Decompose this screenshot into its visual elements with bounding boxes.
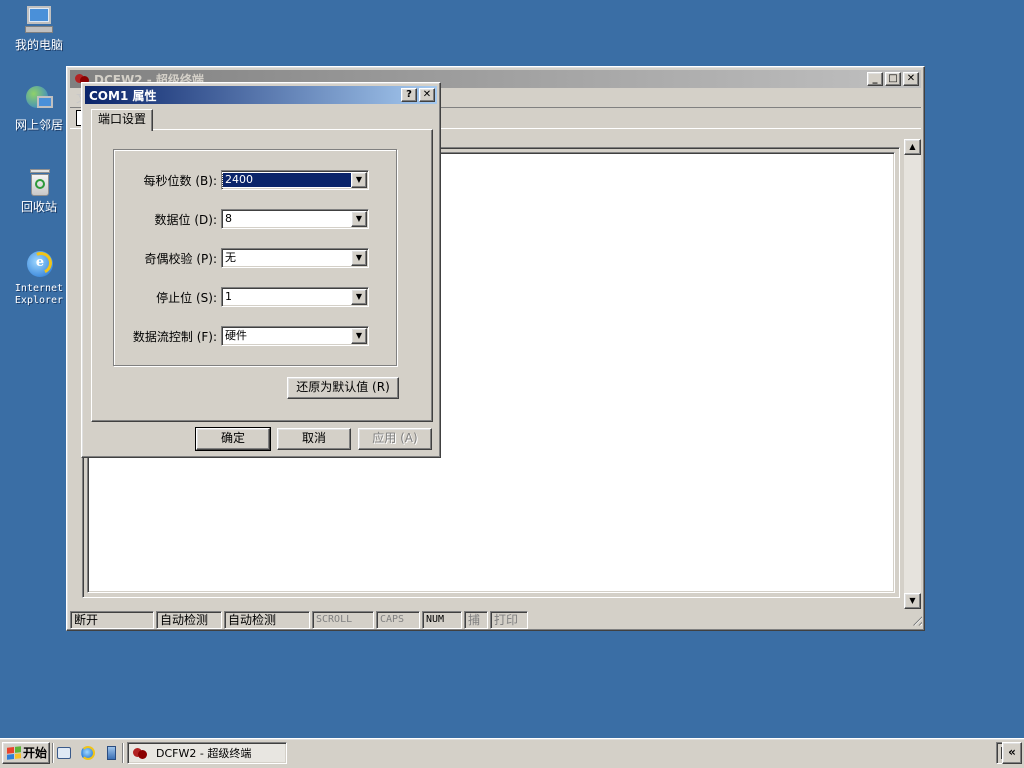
tray-expand-button[interactable]: « xyxy=(1002,742,1022,764)
tab-port-settings[interactable]: 端口设置 xyxy=(91,109,154,131)
chevron-down-icon[interactable]: ▼ xyxy=(351,172,367,188)
desktop-icon-label: 回收站 xyxy=(20,200,57,214)
scroll-up-icon[interactable]: ▲ xyxy=(904,139,921,155)
maximize-button[interactable]: □ xyxy=(885,72,901,86)
server-manager-icon[interactable] xyxy=(104,745,120,761)
start-label: 开始 xyxy=(23,745,48,760)
desktop-icon-label: 网上邻居 xyxy=(14,118,63,132)
select-value: 8 xyxy=(225,212,232,225)
com1-properties-dialog: COM1 属性 ? ✕ 端口设置 每秒位数 (B): 2400 ▼ 数据位 (D… xyxy=(81,82,441,458)
desktop-icon-label: 我的电脑 xyxy=(14,38,63,52)
flow-control-select[interactable]: 硬件 ▼ xyxy=(221,326,369,346)
vertical-scrollbar[interactable]: ▲ ▼ xyxy=(904,139,921,609)
desktop-icon-label: Internet Explorer xyxy=(14,283,64,306)
hyperterminal-app-icon xyxy=(132,746,148,760)
port-settings-panel: 每秒位数 (B): 2400 ▼ 数据位 (D): 8 ▼ 奇偶校验 (P): … xyxy=(91,129,433,422)
status-detect-2: 自动检测 xyxy=(224,610,310,629)
status-print: 打印 xyxy=(490,610,528,629)
scroll-down-icon[interactable]: ▼ xyxy=(904,593,921,609)
status-scroll: SCROLL xyxy=(312,610,374,629)
field-parity: 奇偶校验 (P): 无 ▼ xyxy=(114,248,394,268)
show-desktop-icon[interactable] xyxy=(56,745,72,761)
field-label: 奇偶校验 (P): xyxy=(144,251,217,266)
taskbar-item-hyperterminal[interactable]: DCFW2 - 超级终端 xyxy=(127,742,287,764)
bits-per-second-select[interactable]: 2400 ▼ xyxy=(221,170,369,190)
chevron-down-icon[interactable]: ▼ xyxy=(351,250,367,266)
field-label: 每秒位数 (B): xyxy=(143,173,217,188)
select-value: 1 xyxy=(225,290,232,303)
minimize-button[interactable]: _ xyxy=(867,72,883,86)
taskbar: 开始 DCFW2 - 超级终端 « xyxy=(0,738,1024,768)
taskbar-item-label: DCFW2 - 超级终端 xyxy=(156,747,252,760)
recycle-bin-icon xyxy=(23,166,55,198)
tabstrip: 端口设置 xyxy=(91,109,154,131)
field-bits-per-second: 每秒位数 (B): 2400 ▼ xyxy=(114,170,394,190)
chevron-down-icon[interactable]: ▼ xyxy=(351,289,367,305)
taskbar-separator xyxy=(52,743,54,763)
status-capture: 捕 xyxy=(464,610,488,629)
resize-grip-icon[interactable] xyxy=(909,613,923,627)
field-flow-control: 数据流控制 (F): 硬件 ▼ xyxy=(114,326,394,346)
help-button[interactable]: ? xyxy=(401,88,417,102)
status-detect-1: 自动检测 xyxy=(156,610,222,629)
field-label: 数据位 (D): xyxy=(154,212,217,227)
chevron-down-icon[interactable]: ▼ xyxy=(351,328,367,344)
status-caps: CAPS xyxy=(376,610,420,629)
internet-explorer-quicklaunch-icon[interactable] xyxy=(80,745,96,761)
status-num: NUM xyxy=(422,610,462,629)
field-label: 数据流控制 (F): xyxy=(132,329,217,344)
cancel-button[interactable]: 取消 xyxy=(277,428,351,450)
settings-group: 每秒位数 (B): 2400 ▼ 数据位 (D): 8 ▼ 奇偶校验 (P): … xyxy=(113,149,397,366)
select-value: 无 xyxy=(225,251,236,264)
field-data-bits: 数据位 (D): 8 ▼ xyxy=(114,209,394,229)
parity-select[interactable]: 无 ▼ xyxy=(221,248,369,268)
desktop-icon-my-computer[interactable]: 我的电脑 xyxy=(8,4,70,52)
restore-defaults-button[interactable]: 还原为默认值 (R) xyxy=(287,377,399,399)
status-connection: 断开 xyxy=(70,610,154,629)
apply-button[interactable]: 应用 (A) xyxy=(358,428,432,450)
data-bits-select[interactable]: 8 ▼ xyxy=(221,209,369,229)
start-button[interactable]: 开始 xyxy=(2,742,50,764)
desktop-icon-recycle-bin[interactable]: 回收站 xyxy=(8,166,70,214)
ok-button[interactable]: 确定 xyxy=(195,427,271,451)
dialog-close-button[interactable]: ✕ xyxy=(419,88,435,102)
dialog-titlebar[interactable]: COM1 属性 ? ✕ xyxy=(85,86,437,104)
desktop-icon-internet-explorer[interactable]: e Internet Explorer xyxy=(8,248,70,307)
chevron-down-icon[interactable]: ▼ xyxy=(351,211,367,227)
network-places-icon xyxy=(23,84,55,116)
statusbar: 断开 自动检测 自动检测 SCROLL CAPS NUM 捕 打印 xyxy=(70,610,923,629)
desktop-icon-network-places[interactable]: 网上邻居 xyxy=(8,84,70,132)
taskbar-separator xyxy=(122,743,124,763)
windows-logo-icon xyxy=(7,746,21,760)
my-computer-icon xyxy=(23,4,55,36)
dialog-title: COM1 属性 xyxy=(89,88,157,103)
field-stop-bits: 停止位 (S): 1 ▼ xyxy=(114,287,394,307)
select-value: 2400 xyxy=(222,172,352,188)
stop-bits-select[interactable]: 1 ▼ xyxy=(221,287,369,307)
internet-explorer-icon: e xyxy=(23,248,56,280)
select-value: 硬件 xyxy=(225,329,247,342)
field-label: 停止位 (S): xyxy=(156,290,217,305)
close-button[interactable]: ✕ xyxy=(903,72,919,86)
